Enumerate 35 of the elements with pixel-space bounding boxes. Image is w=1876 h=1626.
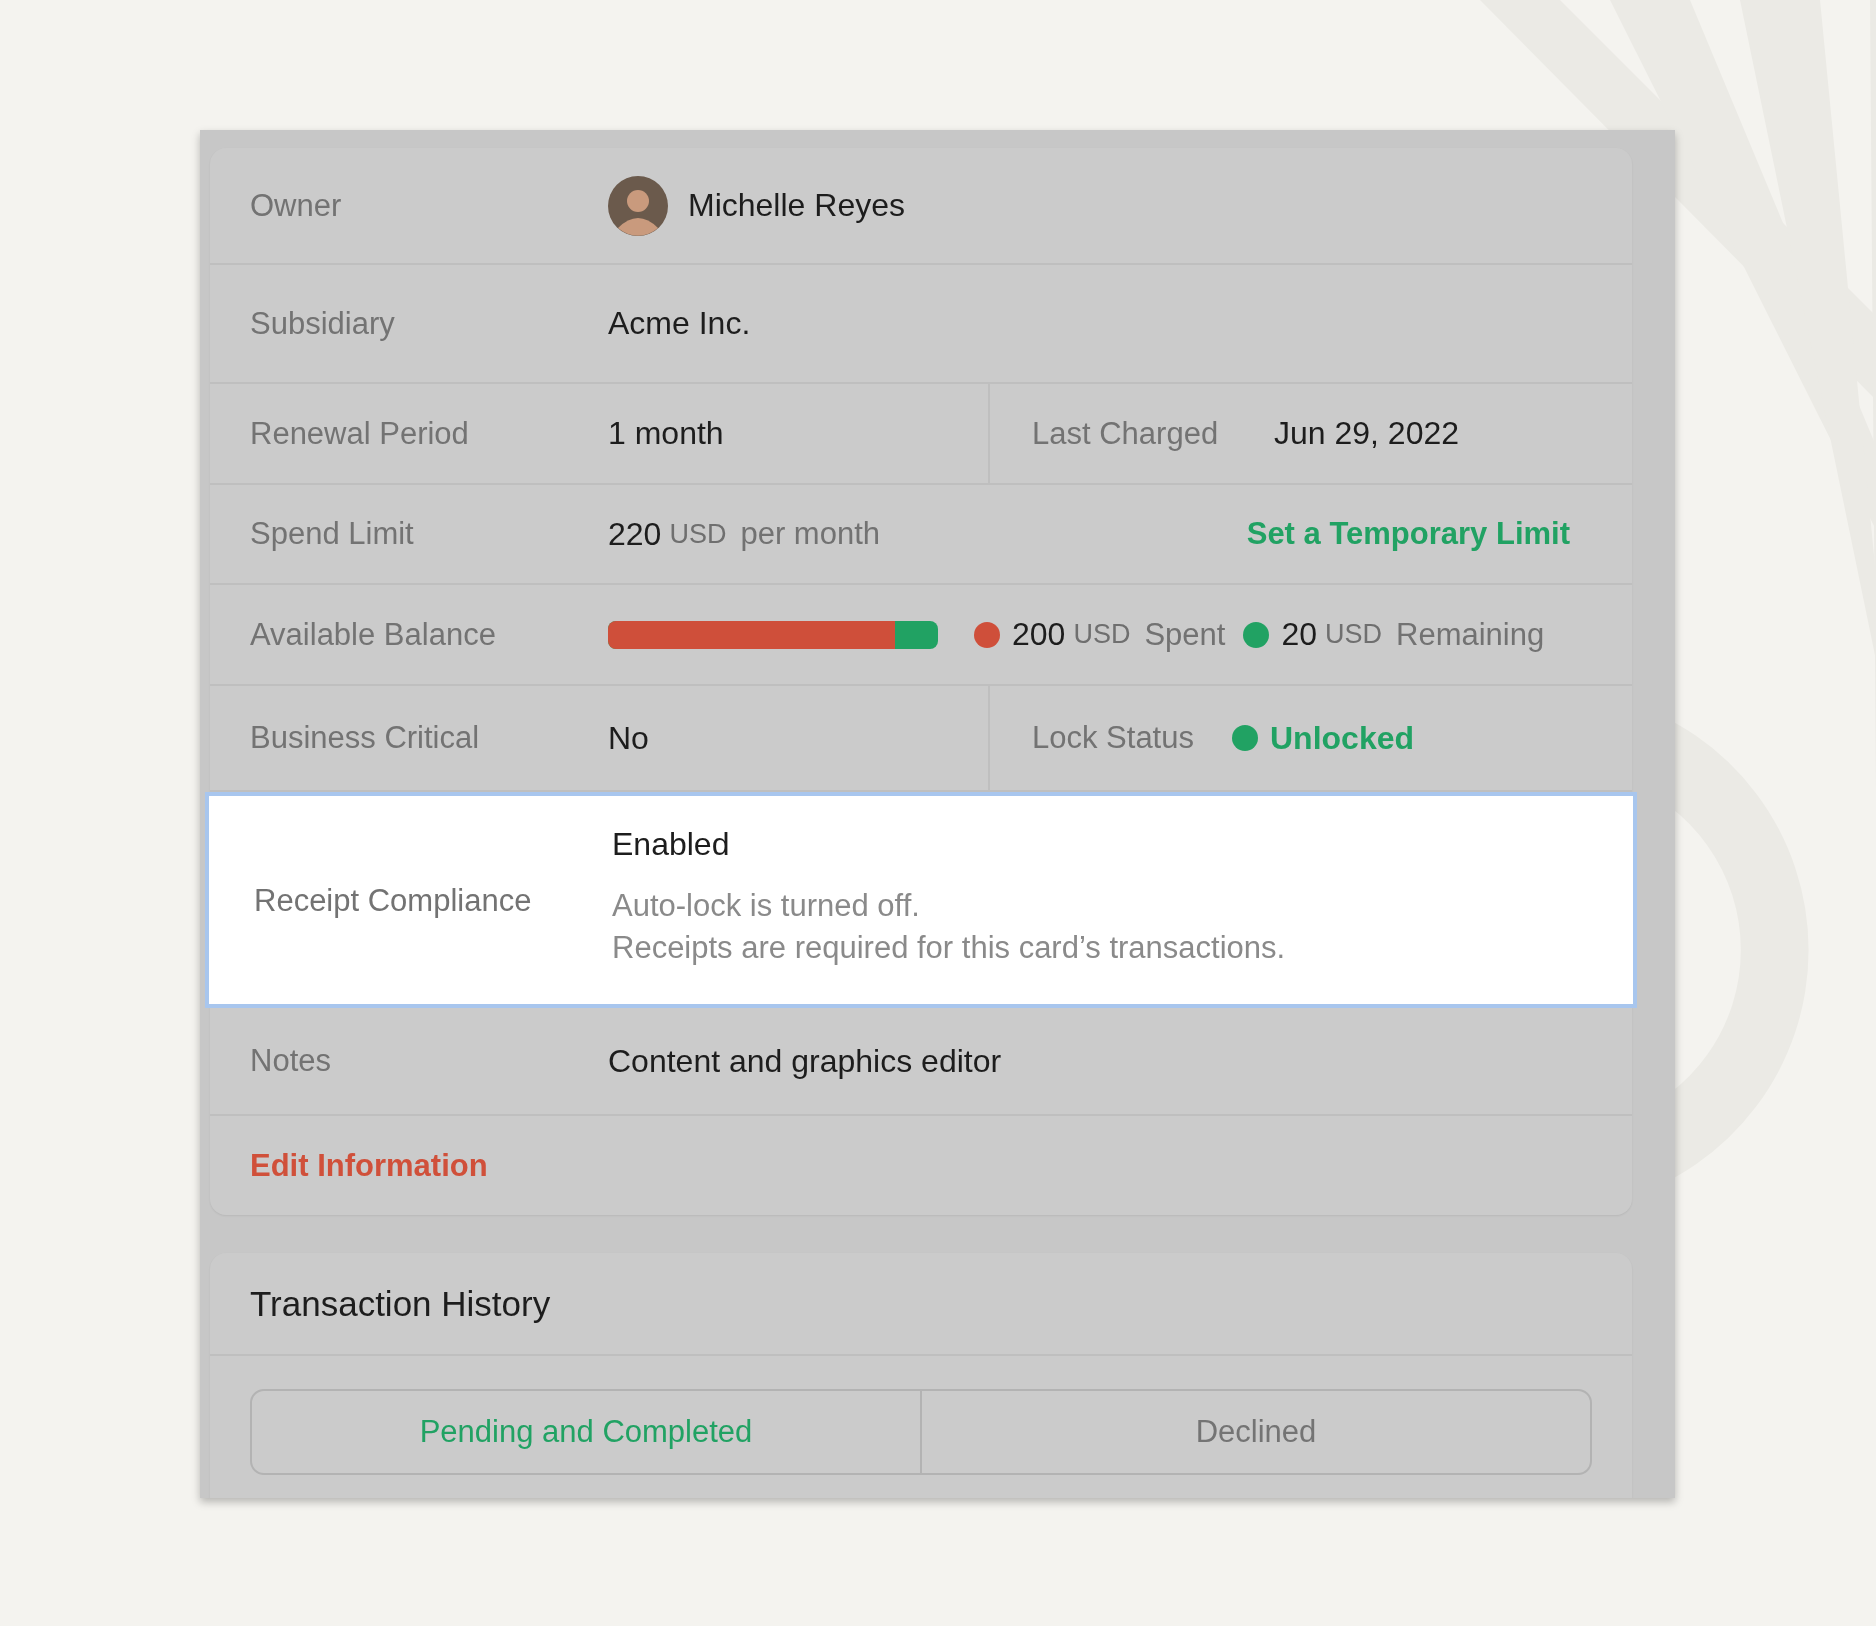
field-label: Lock Status: [1032, 720, 1195, 756]
filter-tab[interactable]: Declined: [920, 1391, 1590, 1473]
field-label: Spend Limit: [250, 516, 415, 552]
period-label: per month: [740, 516, 880, 552]
field-label: Receipt Compliance: [254, 883, 533, 919]
temporary-limit-link[interactable]: Set a Temporary Limit: [1246, 516, 1570, 552]
field-value: 1 month: [608, 415, 724, 452]
currency-label: USD: [1073, 619, 1131, 650]
owner-name: Michelle Reyes: [688, 187, 905, 224]
section-title: Transaction History: [250, 1283, 551, 1324]
legend-amount: 20: [1281, 616, 1317, 653]
compliance-note: Receipts are required for this card’s transactions.: [612, 929, 1286, 967]
field-value: Jun 29, 2022: [1274, 415, 1460, 452]
field-label: Owner: [250, 187, 343, 224]
field-value: No: [608, 719, 649, 757]
legend-caption: Spent: [1144, 616, 1226, 653]
filter-tab[interactable]: Pending and Completed: [252, 1391, 920, 1473]
edit-information-link[interactable]: Edit Information: [250, 1147, 488, 1184]
field-label: Business Critical: [250, 720, 481, 756]
field-value: Content and graphics editor: [608, 1042, 1002, 1080]
legend-amount: 200: [1012, 616, 1066, 653]
compliance-note: Auto-lock is turned off.: [612, 887, 921, 925]
field-value: Enabled: [612, 826, 731, 863]
field-label: Subsidiary: [250, 305, 396, 342]
field-label: Notes: [250, 1043, 332, 1079]
lock-status: Unlocked: [1270, 719, 1415, 757]
legend-caption: Remaining: [1396, 616, 1545, 653]
field-value: Acme Inc.: [608, 305, 751, 342]
currency-label: USD: [1325, 619, 1383, 650]
field-label: Renewal Period: [250, 415, 470, 452]
currency-label: USD: [669, 518, 727, 550]
field-label: Last Charged: [1032, 415, 1220, 452]
limit-amount: 220: [608, 515, 662, 553]
avatar: [608, 175, 668, 236]
field-label: Available Balance: [250, 616, 497, 653]
